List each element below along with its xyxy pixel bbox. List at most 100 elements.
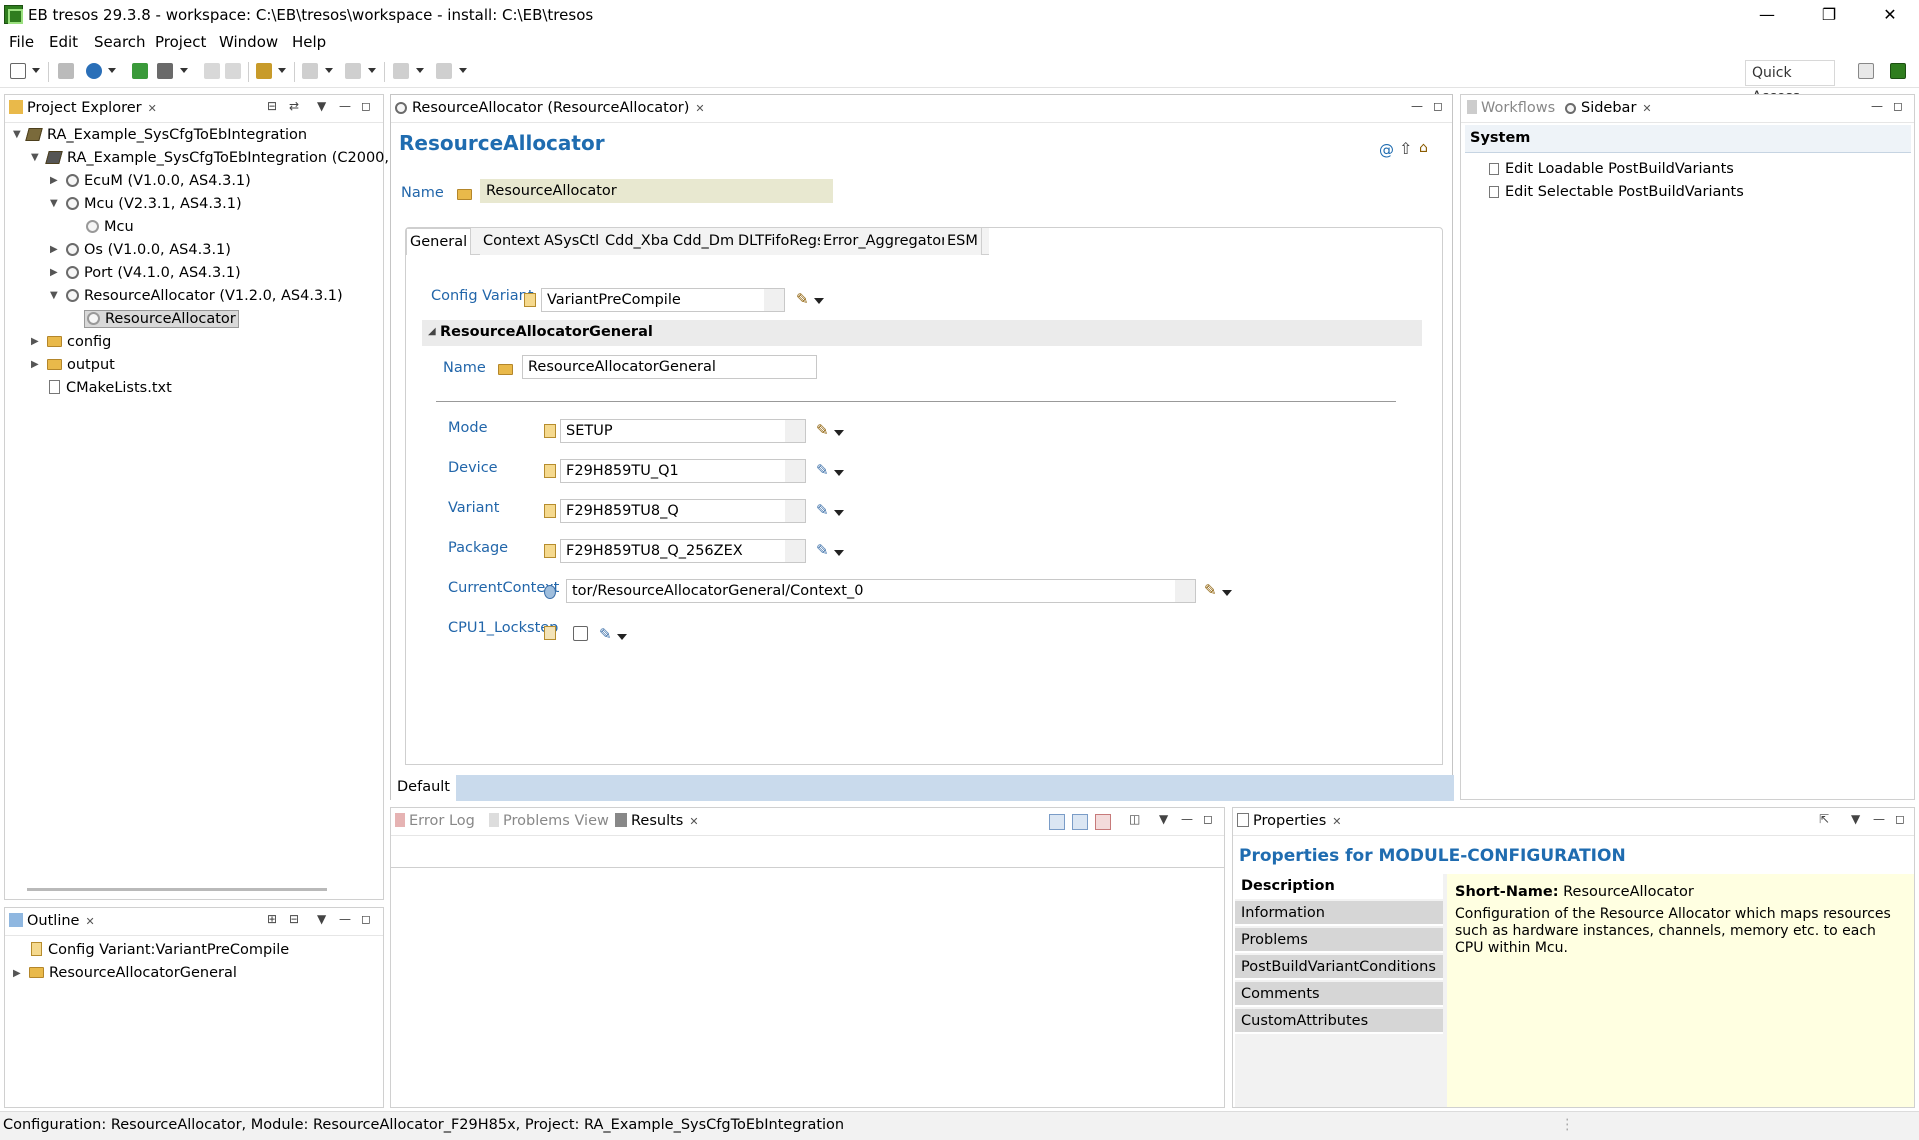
undo-icon[interactable] xyxy=(204,63,220,79)
maximize-view-icon[interactable]: ◻ xyxy=(361,912,371,926)
close-icon[interactable]: ✕ xyxy=(689,815,698,828)
export-dropdown-icon[interactable] xyxy=(459,68,467,73)
menu-project[interactable]: Project xyxy=(155,33,206,51)
filter-info-icon[interactable] xyxy=(1049,814,1065,830)
calculated-pencil-icon[interactable]: ✎ xyxy=(599,625,612,643)
tresos-perspective-icon[interactable] xyxy=(1890,63,1906,79)
outline-item-general[interactable]: ResourceAllocatorGeneral xyxy=(29,965,237,981)
chevron-down-icon[interactable] xyxy=(1222,590,1232,596)
properties-tab-comments[interactable]: Comments xyxy=(1235,982,1443,1007)
tab-project-explorer[interactable]: Project Explorer ✕ xyxy=(9,100,157,116)
forward-icon[interactable] xyxy=(345,63,361,79)
tree-item-port[interactable]: Port (V4.1.0, AS4.3.1) xyxy=(66,265,241,281)
properties-tab-information[interactable]: Information xyxy=(1235,901,1443,926)
calculated-pencil-icon[interactable]: ✎ xyxy=(816,541,829,559)
collapse-all-icon[interactable]: ⊟ xyxy=(289,912,299,926)
maximize-view-icon[interactable]: ◻ xyxy=(1895,812,1905,826)
tree-item-ecum[interactable]: EcuM (V1.0.0, AS4.3.1) xyxy=(66,173,251,189)
chevron-right-icon[interactable]: ▶ xyxy=(13,968,21,979)
properties-tab-postbuild-conditions[interactable]: PostBuildVariantConditions xyxy=(1235,955,1443,980)
pin-icon[interactable]: ⇱ xyxy=(1819,812,1829,826)
menu-search[interactable]: Search xyxy=(94,33,146,51)
minimize-view-icon[interactable]: — xyxy=(1411,99,1423,113)
tab-default[interactable]: Default xyxy=(391,775,456,801)
name-input[interactable]: ResourceAllocator xyxy=(480,179,833,203)
pencil-icon[interactable]: ✎ xyxy=(1204,581,1217,599)
pencil-icon[interactable] xyxy=(256,63,272,79)
back-icon[interactable] xyxy=(302,63,318,79)
chevron-down-icon[interactable]: ▼ xyxy=(31,152,39,163)
properties-tab-problems[interactable]: Problems xyxy=(1235,928,1443,953)
restore-icon[interactable]: ❐ xyxy=(1814,4,1844,26)
save-icon[interactable] xyxy=(58,63,74,79)
horizontal-scrollbar[interactable] xyxy=(27,888,327,891)
maximize-view-icon[interactable]: ◻ xyxy=(1203,812,1213,826)
up-icon[interactable]: ⇧ xyxy=(1399,139,1412,158)
home-icon[interactable]: ⌂ xyxy=(1419,140,1428,156)
tab-cdd-xbar[interactable]: Cdd_Xbar xyxy=(602,228,679,255)
menu-help[interactable]: Help xyxy=(292,33,326,51)
config-variant-select[interactable]: VariantPreCompile xyxy=(541,288,785,312)
tab-dltfiforegs[interactable]: DLTFifoRegs xyxy=(735,228,829,255)
minimize-view-icon[interactable]: — xyxy=(339,99,351,113)
calculated-pencil-icon[interactable]: ✎ xyxy=(816,501,829,519)
chevron-right-icon[interactable]: ▶ xyxy=(31,359,39,370)
close-icon[interactable]: ✕ xyxy=(85,915,94,928)
import-dropdown-icon[interactable] xyxy=(416,68,424,73)
tree-item-mcu-config[interactable]: Mcu xyxy=(86,219,134,235)
import-icon[interactable] xyxy=(393,63,409,79)
tab-properties[interactable]: Properties ✕ xyxy=(1237,813,1342,829)
chevron-right-icon[interactable]: ▶ xyxy=(50,175,58,186)
tab-resource-allocator-editor[interactable]: ResourceAllocator (ResourceAllocator) ✕ xyxy=(395,100,705,116)
link-editor-icon[interactable]: ⇄ xyxy=(289,99,299,113)
tab-results[interactable]: Results ✕ xyxy=(615,813,699,829)
view-menu-icon[interactable]: ▼ xyxy=(317,99,326,113)
quick-access-input[interactable]: Quick Access xyxy=(1745,60,1835,105)
section-header[interactable]: ◢ ResourceAllocatorGeneral xyxy=(422,320,1422,346)
tab-workflows[interactable]: Workflows xyxy=(1467,100,1555,116)
maximize-view-icon[interactable]: ◻ xyxy=(1433,99,1443,113)
chevron-down-icon[interactable]: ▼ xyxy=(13,129,21,140)
close-icon[interactable]: ✕ xyxy=(1642,102,1651,115)
tree-item-ecu-config[interactable]: RA_Example_SysCfgToEbIntegration (C2000,… xyxy=(45,150,420,166)
current-context-select[interactable]: tor/ResourceAllocatorGeneral/Context_0 xyxy=(566,579,1196,603)
chevron-down-icon[interactable]: ▼ xyxy=(50,290,58,301)
cpu1-lockstep-checkbox[interactable] xyxy=(573,626,588,641)
tree-item-cmakelists[interactable]: CMakeLists.txt xyxy=(49,380,172,396)
minimize-view-icon[interactable]: — xyxy=(1873,812,1885,826)
close-icon[interactable]: ✕ xyxy=(1332,815,1341,828)
maximize-view-icon[interactable]: ◻ xyxy=(361,99,371,113)
chevron-right-icon[interactable]: ▶ xyxy=(50,267,58,278)
sidebar-item-edit-loadable[interactable]: Edit Loadable PostBuildVariants xyxy=(1489,161,1734,177)
collapse-all-icon[interactable]: ⊟ xyxy=(267,99,277,113)
chevron-right-icon[interactable]: ▶ xyxy=(50,244,58,255)
forward-dropdown-icon[interactable] xyxy=(368,68,376,73)
tree-item-project[interactable]: RA_Example_SysCfgToEbIntegration xyxy=(25,127,307,143)
tab-error-aggregator[interactable]: Error_Aggregator xyxy=(820,228,952,255)
chevron-down-icon[interactable] xyxy=(834,550,844,556)
calculated-pencil-icon[interactable]: ✎ xyxy=(816,461,829,479)
tree-item-resource-allocator-config[interactable]: ResourceAllocator xyxy=(84,310,239,328)
view-menu-icon[interactable]: ▼ xyxy=(317,912,326,926)
close-icon[interactable]: ✕ xyxy=(695,102,704,115)
new-icon[interactable] xyxy=(10,63,26,79)
pencil-icon[interactable]: ✎ xyxy=(796,290,809,308)
tab-sidebar[interactable]: Sidebar ✕ xyxy=(1565,100,1652,116)
section-name-input[interactable]: ResourceAllocatorGeneral xyxy=(522,355,817,379)
minimize-icon[interactable]: — xyxy=(1752,4,1782,26)
tree-item-resource-allocator[interactable]: ResourceAllocator (V1.2.0, AS4.3.1) xyxy=(66,288,343,304)
view-menu-icon[interactable]: ▼ xyxy=(1159,812,1168,826)
chevron-down-icon[interactable] xyxy=(814,298,824,304)
chevron-down-icon[interactable] xyxy=(834,510,844,516)
tab-error-log[interactable]: Error Log xyxy=(395,813,475,829)
generate-dropdown-icon[interactable] xyxy=(180,68,188,73)
minimize-view-icon[interactable]: — xyxy=(1871,99,1883,113)
at-icon[interactable]: @ xyxy=(1379,141,1394,159)
tree-item-mcu[interactable]: Mcu (V2.3.1, AS4.3.1) xyxy=(66,196,242,212)
globe-icon[interactable] xyxy=(86,63,102,79)
minimize-view-icon[interactable]: — xyxy=(1181,812,1193,826)
tree-item-config[interactable]: config xyxy=(47,334,111,350)
close-icon[interactable]: ✕ xyxy=(148,102,157,115)
tab-asysctl[interactable]: ASysCtl xyxy=(541,228,604,255)
mode-select[interactable]: SETUP xyxy=(560,419,806,443)
